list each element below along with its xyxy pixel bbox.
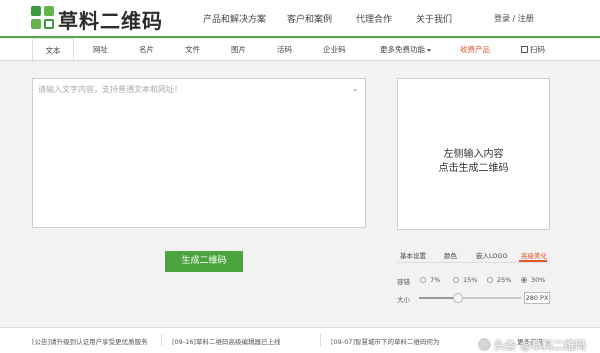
- size-slider-handle[interactable]: [452, 293, 463, 303]
- login-register-link[interactable]: 登录 / 注册: [494, 13, 534, 24]
- content-textarea[interactable]: 请输入文字内容，支持普通文本和网址！ ⌄: [32, 78, 366, 228]
- watermark-text: 头条 @草料二维码: [494, 339, 586, 352]
- preview-hint-line1: 左侧输入内容: [443, 149, 504, 160]
- watermark: 头条 @草料二维码: [478, 338, 600, 352]
- expand-chevron-icon[interactable]: ⌄: [352, 85, 358, 93]
- tab-more-free-label: 更多免费功能: [380, 45, 425, 54]
- nav-products[interactable]: 产品和解决方案: [203, 12, 266, 25]
- tolerance-radio-25[interactable]: [487, 277, 493, 283]
- tab-image[interactable]: 图片: [231, 44, 246, 55]
- tab-scan-label: 扫码: [530, 45, 545, 54]
- active-tab-underline: [519, 260, 547, 262]
- scan-icon: [521, 46, 528, 53]
- watermark-icon: [478, 338, 491, 351]
- tolerance-option-30: 30%: [531, 276, 546, 284]
- settings-tabs: 基本设置 颜色 嵌入LOGO 高级美化: [397, 246, 550, 263]
- preview-hint-line2: 点击生成二维码: [438, 163, 509, 174]
- logo-icon[interactable]: [31, 6, 55, 30]
- tab-color[interactable]: 颜色: [444, 250, 457, 260]
- top-header: 草料二维码 产品和解决方案 客户和案例 代理合作 关于我们 登录 / 注册: [0, 0, 600, 36]
- tab-embed-logo[interactable]: 嵌入LOGO: [476, 250, 508, 260]
- tolerance-radio-15[interactable]: [453, 277, 459, 283]
- tab-more-free[interactable]: 更多免费功能: [380, 44, 431, 55]
- tab-scan[interactable]: 扫码: [521, 44, 545, 55]
- tab-basic-settings[interactable]: 基本设置: [400, 250, 426, 260]
- news-item[interactable]: [公告]请升级到认证用户享受更优质服务: [32, 336, 148, 346]
- tab-url[interactable]: 网址: [93, 44, 108, 55]
- tab-enterprise[interactable]: 企业码: [323, 44, 346, 55]
- tolerance-label: 容错: [397, 278, 410, 286]
- news-item[interactable]: [09-16]草料二维码高级编辑器已上线: [172, 336, 280, 346]
- brand-name[interactable]: 草料二维码: [58, 5, 163, 34]
- footer-divider: [320, 334, 321, 346]
- nav-customers[interactable]: 客户和案例: [287, 12, 332, 25]
- nav-partners[interactable]: 代理合作: [356, 12, 392, 25]
- tab-file[interactable]: 文件: [185, 44, 200, 55]
- tab-advanced-style[interactable]: 高级美化: [521, 250, 547, 260]
- qr-preview-panel: 左侧输入内容 点击生成二维码: [397, 78, 550, 230]
- tool-tabbar: 文本 网址 名片 文件 图片 活码 企业码 更多免费功能 收费产品 扫码: [0, 38, 600, 61]
- size-label: 大小: [397, 296, 410, 304]
- tab-paid-products[interactable]: 收费产品: [460, 44, 490, 55]
- footer-divider: [161, 334, 162, 346]
- tab-text[interactable]: 文本: [32, 38, 74, 60]
- generate-qr-button[interactable]: 生成二维码: [165, 251, 243, 272]
- tolerance-option-7: 7%: [430, 276, 441, 284]
- tolerance-option-25: 25%: [497, 276, 512, 284]
- size-value-input[interactable]: 280 PX: [524, 292, 550, 304]
- tolerance-option-15: 15%: [463, 276, 478, 284]
- nav-about[interactable]: 关于我们: [416, 12, 452, 25]
- tolerance-radio-30[interactable]: [521, 277, 527, 283]
- textarea-placeholder: 请输入文字内容，支持普通文本和网址！: [38, 85, 182, 94]
- tab-card[interactable]: 名片: [139, 44, 154, 55]
- tab-live-code[interactable]: 活码: [277, 44, 292, 55]
- tolerance-radio-7[interactable]: [420, 277, 426, 283]
- size-slider-fill: [419, 297, 458, 299]
- news-item[interactable]: [09-07]智慧城市下的草料二维码何为: [331, 336, 439, 346]
- chevron-down-icon: [427, 48, 431, 52]
